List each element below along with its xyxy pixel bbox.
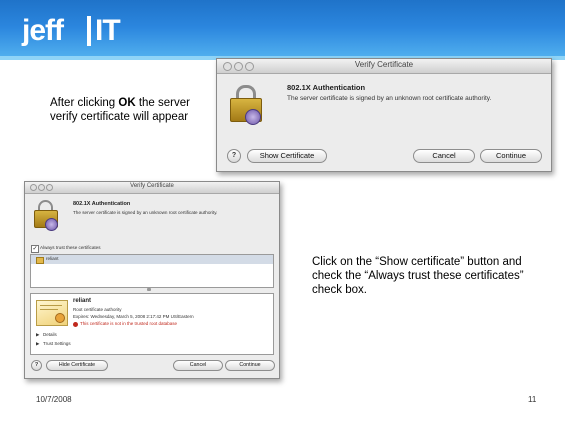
details-label[interactable]: Details: [43, 332, 57, 337]
warning-icon: [73, 322, 78, 327]
always-trust-checkbox[interactable]: ✓: [31, 245, 39, 253]
slide-header: jeff IT: [0, 0, 565, 60]
dialog-message: The server certificate is signed by an u…: [73, 210, 218, 215]
logo-divider: [87, 16, 91, 46]
footer-date: 10/7/2008: [36, 395, 72, 404]
trust-settings-label[interactable]: Trust Settings: [43, 341, 71, 346]
details-disclosure-icon[interactable]: ▶: [36, 332, 39, 338]
dialog-title: Verify Certificate: [354, 60, 414, 69]
cancel-button[interactable]: Cancel: [413, 149, 475, 163]
dialog-heading: 802.1X Authentication: [73, 201, 131, 207]
dialog-message: The server certificate is signed by an u…: [287, 95, 492, 102]
show-certificate-button[interactable]: Show Certificate: [247, 149, 327, 163]
lock-certificate-icon: [229, 85, 263, 125]
continue-button[interactable]: Continue: [225, 360, 275, 371]
certificate-type: Root certificate authority: [73, 307, 122, 312]
cancel-button[interactable]: Cancel: [173, 360, 223, 371]
certificate-detail-pane: reliant Root certificate authority Expir…: [30, 293, 274, 355]
certificate-large-icon: [36, 300, 68, 326]
hide-certificate-button[interactable]: Hide Certificate: [46, 360, 108, 371]
splitter-handle[interactable]: [147, 288, 151, 291]
certificate-list-item[interactable]: reliant: [31, 255, 273, 264]
instruction-text: Click on the “Show certificate” button a…: [312, 256, 524, 296]
continue-button[interactable]: Continue: [480, 149, 542, 163]
verify-certificate-dialog-expanded: Verify Certificate 802.1X Authentication…: [24, 181, 280, 379]
always-trust-label: Always trust these certificates: [40, 245, 101, 250]
verify-certificate-dialog-small: Verify Certificate 802.1X Authentication…: [216, 58, 552, 172]
page-number: 11: [528, 395, 537, 404]
intro-ok: OK: [118, 97, 136, 109]
dialog-title: Verify Certificate: [130, 183, 174, 189]
help-button[interactable]: ?: [31, 360, 42, 371]
dialog-titlebar: Verify Certificate: [25, 182, 279, 194]
logo-it: IT: [95, 14, 121, 47]
certificate-expires: Expires: Wednesday, March 5, 2008 2:17:4…: [73, 314, 194, 319]
dialog-titlebar: Verify Certificate: [217, 59, 551, 74]
help-button[interactable]: ?: [227, 149, 241, 163]
certificate-warning: This certificate is not in the trusted r…: [80, 321, 178, 326]
lock-certificate-icon: [33, 200, 59, 232]
certificate-list-label: reliant: [46, 256, 59, 261]
certificate-name: reliant: [73, 298, 92, 304]
certificate-small-icon: [36, 257, 44, 264]
intro-prefix: After clicking: [50, 97, 119, 109]
trust-settings-disclosure-icon[interactable]: ▶: [36, 341, 39, 347]
dialog-heading: 802.1X Authentication: [287, 83, 366, 92]
certificate-list[interactable]: reliant: [30, 254, 274, 288]
intro-text: After clicking OK the server verify cert…: [50, 96, 210, 124]
logo-jeff: jeff: [22, 14, 64, 47]
